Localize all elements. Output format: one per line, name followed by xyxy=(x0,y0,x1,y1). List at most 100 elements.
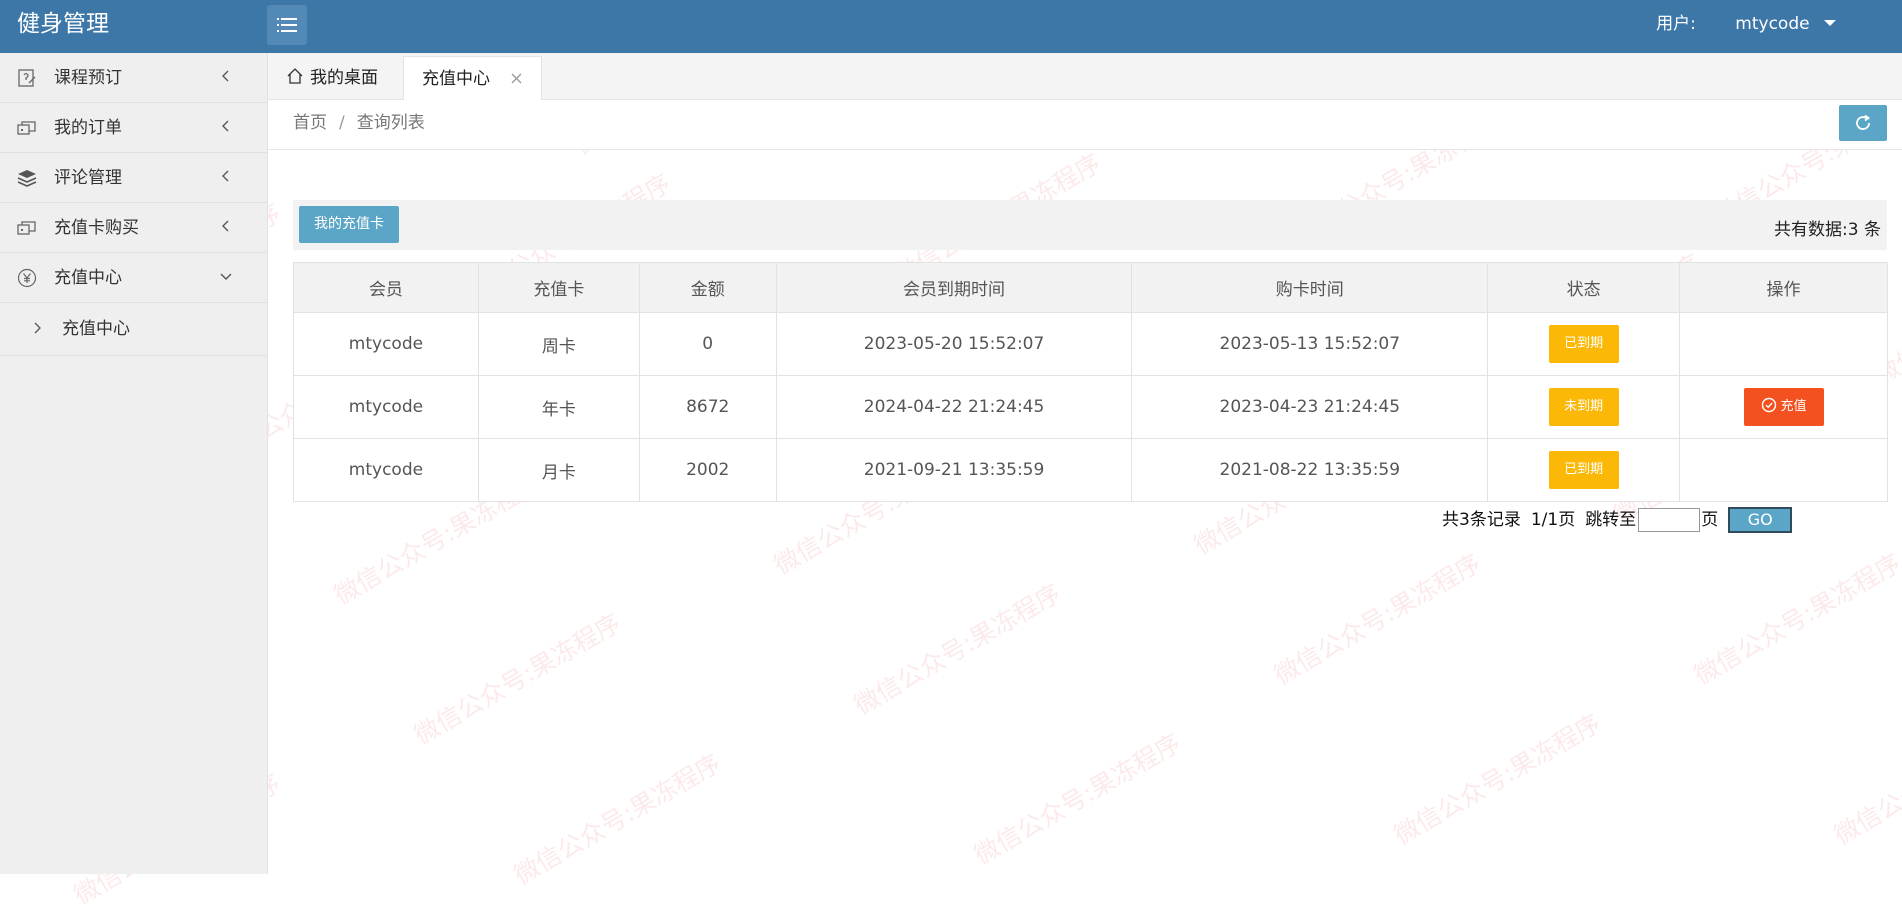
close-icon[interactable] xyxy=(510,72,523,85)
breadcrumb: 首页 / 查询列表 xyxy=(293,100,425,147)
card-cell: 年卡 xyxy=(477,375,640,439)
status-badge: 未到期 xyxy=(1548,388,1619,426)
watermark-text: 微信公众号:果冻程序 xyxy=(1269,548,1486,691)
expire-cell: 2023-05-20 15:52:07 xyxy=(775,312,1133,376)
recharge-label: 充值 xyxy=(1780,399,1807,414)
status-cell: 已到期 xyxy=(1487,438,1681,502)
action-cell xyxy=(1679,312,1888,376)
tab-active-label: 充值中心 xyxy=(422,69,490,89)
layers-icon xyxy=(17,170,37,187)
sidebar-item-my-orders[interactable]: 我的订单 xyxy=(0,103,267,153)
sidebar-item-card-purchase[interactable]: 充值卡购买 xyxy=(0,203,267,253)
column-header: 会员 xyxy=(293,262,479,313)
user-name[interactable]: mtycode xyxy=(1735,0,1809,48)
watermark-text: 微信公众号:果冻程序 xyxy=(1689,548,1902,691)
tab-home[interactable]: 我的桌面 xyxy=(286,57,378,99)
member-cell: mtycode xyxy=(293,375,479,439)
column-header: 操作 xyxy=(1679,262,1888,313)
member-cell: mtycode xyxy=(293,312,479,376)
amount-cell: 0 xyxy=(638,312,777,376)
status-cell: 未到期 xyxy=(1487,375,1681,439)
watermark-text: 微信公众号:果冻程序 xyxy=(849,578,1066,721)
bought-cell: 2021-08-22 13:35:59 xyxy=(1131,438,1489,502)
table-row: mtycode 年卡 8672 2024-04-22 21:24:45 2023… xyxy=(293,375,1888,439)
status-badge: 已到期 xyxy=(1548,451,1619,489)
sidebar-item-comments[interactable]: 评论管理 xyxy=(0,153,267,203)
sidebar-item-label: 课程预订 xyxy=(54,68,122,88)
sidebar-item-label: 充值中心 xyxy=(54,268,122,288)
bought-cell: 2023-04-23 21:24:45 xyxy=(1131,375,1489,439)
chevron-left-icon xyxy=(222,220,229,232)
bought-cell: 2023-05-13 15:52:07 xyxy=(1131,312,1489,376)
user-label: 用户: xyxy=(1656,14,1696,34)
sidebar-subitem-recharge-center[interactable]: 充值中心 xyxy=(0,303,267,356)
page-unit: 页 xyxy=(1701,510,1719,530)
status-badge: 已到期 xyxy=(1548,325,1619,363)
amount-cell: 8672 xyxy=(638,375,777,439)
my-cards-button[interactable]: 我的充值卡 xyxy=(299,206,399,243)
breadcrumb-bar: 首页 / 查询列表 xyxy=(268,100,1902,150)
action-cell: 充值 xyxy=(1679,375,1888,439)
go-button[interactable]: GO xyxy=(1728,507,1793,533)
sidebar-item-course-booking[interactable]: 课程预订 xyxy=(0,53,267,103)
card-cell: 月卡 xyxy=(477,438,640,502)
page-jump-input[interactable] xyxy=(1638,508,1701,532)
jump-label: 跳转至 xyxy=(1585,510,1637,530)
table-header-row: 会员 充值卡 金额 会员到期时间 购卡时间 状态 操作 xyxy=(293,262,1888,313)
chevron-right-icon xyxy=(34,322,41,334)
status-cell: 已到期 xyxy=(1487,312,1681,376)
record-count: 共3条记录 xyxy=(1442,510,1521,530)
breadcrumb-home[interactable]: 首页 xyxy=(293,113,327,133)
breadcrumb-current: 查询列表 xyxy=(356,113,425,133)
chevron-left-icon xyxy=(222,120,229,132)
yen-icon xyxy=(17,268,37,288)
app-title: 健身管理 xyxy=(17,11,109,37)
amount-cell: 2002 xyxy=(638,438,777,502)
chevron-down-icon xyxy=(220,273,232,280)
refresh-icon xyxy=(1856,114,1871,130)
breadcrumb-separator: / xyxy=(339,113,345,133)
watermark-text: 微信公众号:果冻程序 xyxy=(509,748,726,891)
pagination: 共3条记录 1/1页 跳转至 页 GO xyxy=(1442,505,1802,535)
card-icon xyxy=(17,221,36,235)
watermark-text: 微信公众号:果冻程序 xyxy=(1389,708,1606,851)
recharge-button[interactable]: 充值 xyxy=(1743,388,1824,426)
column-header: 购卡时间 xyxy=(1131,262,1489,313)
sidebar-item-label: 充值卡购买 xyxy=(54,218,139,238)
expire-cell: 2024-04-22 21:24:45 xyxy=(775,375,1133,439)
expire-cell: 2021-09-21 13:35:59 xyxy=(775,438,1133,502)
column-header: 金额 xyxy=(638,262,777,313)
table-row: mtycode 月卡 2002 2021-09-21 13:35:59 2021… xyxy=(293,438,1888,502)
data-table: 会员 充值卡 金额 会员到期时间 购卡时间 状态 操作 mtycode 周卡 0… xyxy=(293,262,1888,502)
sidebar: 课程预订 我的订单 评论管理 充值卡购买 充值中心 充值中心 xyxy=(0,53,268,874)
refresh-button[interactable] xyxy=(1839,105,1887,141)
chevron-left-icon xyxy=(222,170,229,182)
action-cell xyxy=(1679,438,1888,502)
sidebar-subitem-label: 充值中心 xyxy=(62,319,130,339)
list-toolbar: 我的充值卡 共有数据:3 条 xyxy=(293,200,1887,250)
card-cell: 周卡 xyxy=(477,312,640,376)
home-icon xyxy=(287,68,303,84)
sidebar-item-label: 我的订单 xyxy=(54,118,122,138)
member-cell: mtycode xyxy=(293,438,479,502)
column-header: 充值卡 xyxy=(477,262,640,313)
column-header: 状态 xyxy=(1487,262,1681,313)
tab-recharge-center[interactable]: 充值中心 xyxy=(403,56,542,101)
page-count: 1/1页 xyxy=(1530,510,1576,530)
caret-down-icon[interactable] xyxy=(1824,20,1836,26)
edit-icon xyxy=(18,69,36,87)
table-row: mtycode 周卡 0 2023-05-20 15:52:07 2023-05… xyxy=(293,312,1888,376)
user-menu[interactable]: 用户: mtycode xyxy=(1656,0,1836,48)
tab-home-label: 我的桌面 xyxy=(310,68,378,88)
menu-icon xyxy=(277,18,297,32)
check-circle-icon xyxy=(1761,397,1776,413)
column-header: 会员到期时间 xyxy=(775,262,1133,313)
menu-toggle-button[interactable] xyxy=(267,5,307,45)
total-count: 共有数据:3 条 xyxy=(1774,220,1881,240)
sidebar-item-recharge-center[interactable]: 充值中心 xyxy=(0,253,267,303)
watermark-text: 微信公众号:果冻程序 xyxy=(969,728,1186,871)
sidebar-item-label: 评论管理 xyxy=(54,168,122,188)
tab-bar: 我的桌面 充值中心 xyxy=(268,53,1902,101)
order-icon xyxy=(17,121,36,135)
watermark-text: 微信公众号:果冻程序 xyxy=(409,608,626,751)
